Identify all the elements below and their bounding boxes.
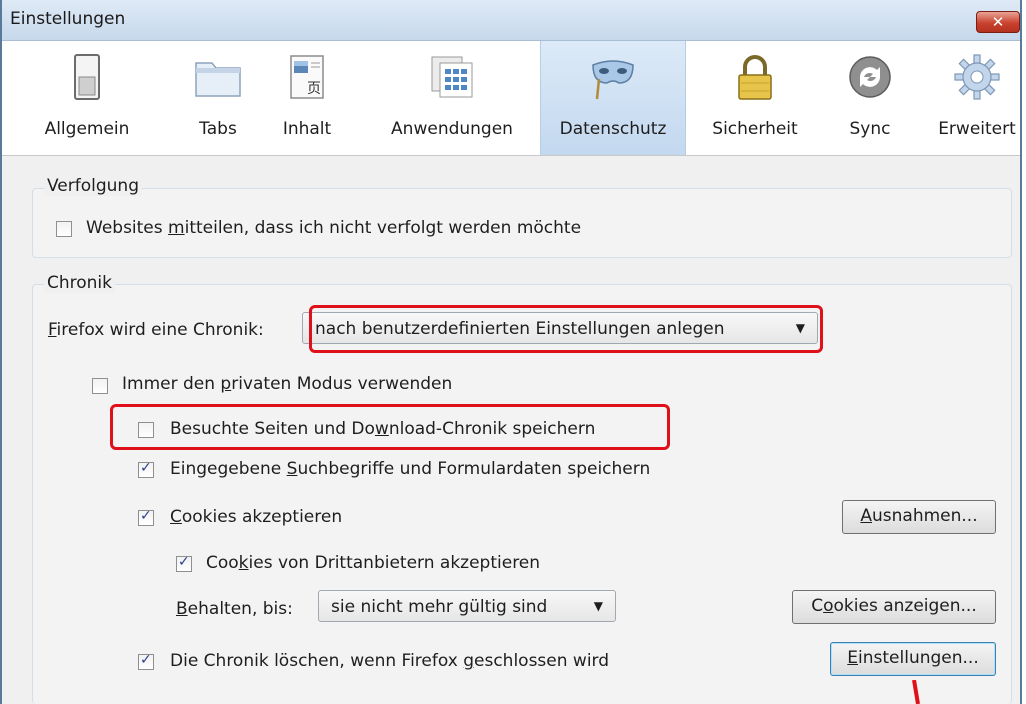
tab-sync[interactable]: Sync xyxy=(830,41,910,155)
general-switch-icon xyxy=(74,54,100,100)
visited-pages-checkbox[interactable] xyxy=(138,422,154,438)
search-form-label: Eingegebene Suchbegriffe und Formulardat… xyxy=(170,459,651,479)
advanced-gear-icon xyxy=(954,54,1000,100)
history-mode-label: Firefox wird eine Chronik: xyxy=(48,320,264,340)
tabs-folder-icon xyxy=(195,62,241,97)
security-lock-icon xyxy=(738,55,772,100)
tab-content[interactable]: 页 Inhalt xyxy=(267,41,347,155)
history-settings-button[interactable]: Einstellungen... xyxy=(830,642,996,676)
tab-label: Allgemein xyxy=(44,119,130,139)
window-title: Einstellungen xyxy=(10,9,126,29)
tracking-legend: Verfolgung xyxy=(44,176,142,196)
private-mode-checkbox[interactable] xyxy=(92,378,108,394)
keep-until-label: Behalten, bis: xyxy=(176,599,293,619)
do-not-track-checkbox[interactable] xyxy=(56,221,72,237)
tab-label: Sync xyxy=(849,119,891,139)
history-mode-dropdown[interactable]: nach benutzerdefinierten Einstellungen a… xyxy=(302,312,818,344)
do-not-track-label: Websites mitteilen, dass ich nicht verfo… xyxy=(86,218,582,238)
tab-tabs[interactable]: Tabs xyxy=(178,41,258,155)
tab-label: Datenschutz xyxy=(559,119,667,139)
visited-pages-label: Besuchte Seiten und Download-Chronik spe… xyxy=(170,419,596,439)
tab-applications[interactable]: Anwendungen xyxy=(377,41,527,155)
tab-security[interactable]: Sicherheit xyxy=(700,41,810,155)
chevron-down-icon: ▼ xyxy=(593,599,603,613)
private-mode-label: Immer den privaten Modus verwenden xyxy=(122,374,453,394)
search-form-checkbox[interactable] xyxy=(138,460,154,478)
third-party-cookies-checkbox[interactable] xyxy=(176,554,192,572)
privacy-mask-icon xyxy=(592,60,634,100)
cookies-label: Cookies akzeptieren xyxy=(170,507,343,527)
content-page-icon: 页 xyxy=(290,55,324,99)
applications-icon xyxy=(431,56,473,98)
keep-until-value: sie nicht mehr gültig sind xyxy=(331,597,548,617)
history-legend: Chronik xyxy=(44,273,116,293)
preferences-toolbar: Allgemein Tabs 页 Inhalt Anwendungen Date… xyxy=(2,41,1020,156)
close-button[interactable]: ✕ xyxy=(976,11,1020,33)
chevron-down-icon: ▼ xyxy=(795,321,805,335)
tab-label: Sicherheit xyxy=(712,119,798,139)
tab-label: Tabs xyxy=(199,119,237,139)
third-party-cookies-label: Cookies von Drittanbietern akzeptieren xyxy=(206,553,541,573)
clear-on-close-label: Die Chronik löschen, wenn Firefox geschl… xyxy=(170,651,610,671)
tab-general[interactable]: Allgemein xyxy=(32,41,142,155)
history-group xyxy=(32,284,1012,704)
annotation-arrow xyxy=(912,680,920,704)
sync-icon xyxy=(849,56,891,98)
svg-text:页: 页 xyxy=(307,81,321,97)
clear-on-close-checkbox[interactable] xyxy=(138,652,154,670)
show-cookies-button[interactable]: Cookies anzeigen... xyxy=(792,590,996,624)
title-bar: Einstellungen ✕ xyxy=(2,0,1020,41)
tab-label: Inhalt xyxy=(282,119,332,139)
cookies-checkbox[interactable] xyxy=(138,508,154,526)
preferences-window: Einstellungen ✕ Allgemein Tabs 页 Inhalt … xyxy=(0,0,1022,704)
tab-label: Erweitert xyxy=(938,119,1016,139)
tab-label: Anwendungen xyxy=(391,119,513,139)
history-mode-value: nach benutzerdefinierten Einstellungen a… xyxy=(315,319,725,339)
keep-until-dropdown[interactable]: sie nicht mehr gültig sind ▼ xyxy=(318,590,616,622)
exceptions-button[interactable]: Ausnahmen... xyxy=(842,500,996,534)
tab-privacy[interactable]: Datenschutz xyxy=(540,41,686,155)
tab-advanced[interactable]: Erweitert xyxy=(930,41,1024,155)
